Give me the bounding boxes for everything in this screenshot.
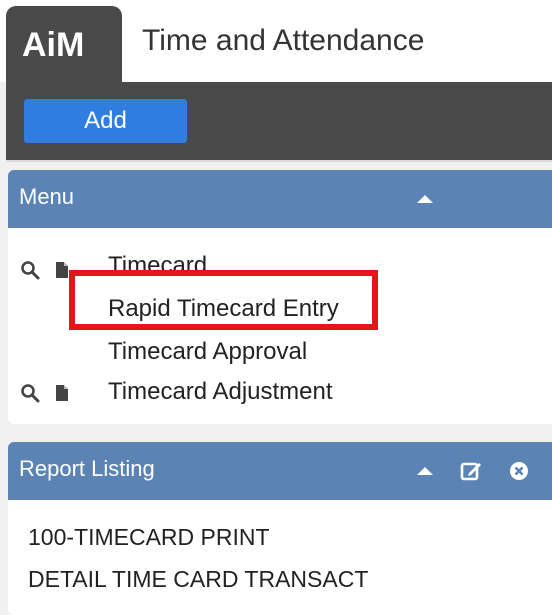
report-panel-title: Report Listing (19, 456, 155, 481)
report-panel-header: Report Listing (8, 442, 552, 500)
menu-item-timecard-approval[interactable]: Timecard Approval (108, 340, 307, 364)
app-logo[interactable]: AiM (22, 28, 84, 62)
add-button[interactable]: Add (24, 99, 187, 143)
app-title: Time and Attendance (142, 24, 425, 57)
report-item-detail-time-card[interactable]: DETAIL TIME CARD TRANSACT (28, 568, 368, 591)
search-icon[interactable] (20, 260, 40, 280)
menu-item-timecard[interactable]: Timecard (108, 254, 207, 278)
close-circle-icon[interactable] (508, 460, 530, 482)
app-header: AiM Time and Attendance (0, 0, 552, 82)
report-listing-panel: Report Listing 100-TIMECARD PRINT DETAIL… (8, 442, 552, 615)
logo-tab[interactable]: AiM (6, 6, 122, 82)
document-icon[interactable] (52, 383, 72, 403)
menu-panel: Menu Timecard Rapid Timecard Entry Timec… (8, 170, 552, 424)
search-icon[interactable] (20, 383, 40, 403)
toolbar-divider (6, 160, 552, 162)
caret-up-icon[interactable] (414, 460, 436, 482)
menu-item-timecard-adjustment[interactable]: Timecard Adjustment (108, 380, 333, 404)
menu-panel-title: Menu (19, 184, 75, 209)
menu-panel-header: Menu (8, 170, 552, 228)
edit-icon[interactable] (460, 460, 482, 482)
report-item-timecard-print[interactable]: 100-TIMECARD PRINT (28, 526, 270, 549)
document-icon[interactable] (52, 260, 72, 280)
menu-item-rapid-timecard-entry[interactable]: Rapid Timecard Entry (108, 297, 339, 321)
caret-up-icon[interactable] (414, 188, 436, 210)
toolbar: Add (6, 82, 552, 160)
